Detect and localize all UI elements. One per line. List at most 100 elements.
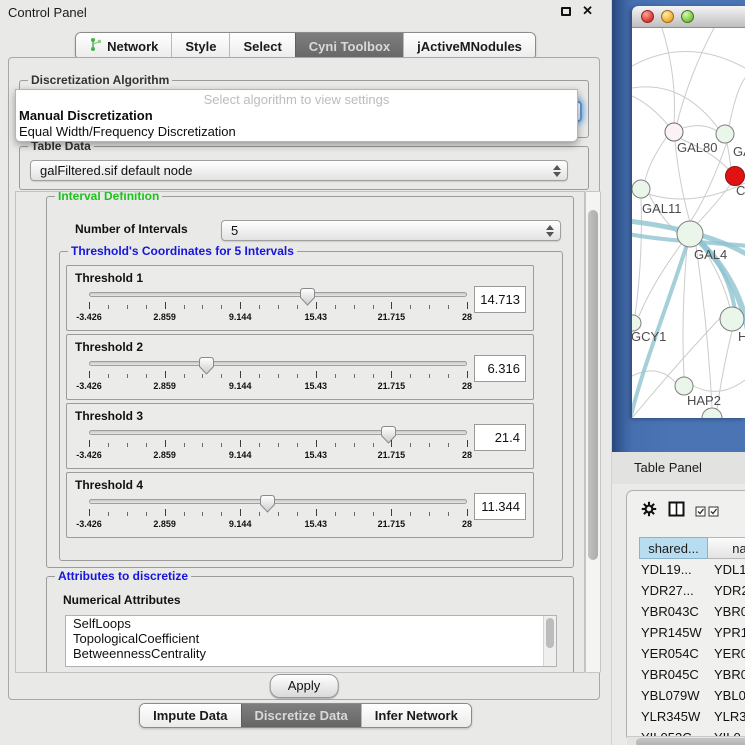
- tick-label: 21.715: [378, 381, 406, 391]
- node-label: GAL80: [677, 140, 717, 155]
- threshold-2-value-field[interactable]: 6.316: [474, 355, 526, 382]
- apply-button[interactable]: Apply: [270, 674, 339, 698]
- group-label-attributes: Attributes to discretize: [55, 569, 191, 583]
- threshold-1-value-field[interactable]: 14.713: [474, 286, 526, 313]
- threshold-1-box: Threshold 1 -3.4262.8599.14415.4321.7152…: [66, 265, 534, 331]
- slider-ticks: [89, 302, 467, 310]
- column-header-shared[interactable]: shared...: [639, 537, 708, 559]
- table-horizontal-scrollbar[interactable]: [627, 736, 745, 745]
- tick-mark: [373, 512, 374, 516]
- slider-track[interactable]: [89, 292, 467, 297]
- table-row[interactable]: YDR27...YDR2: [627, 580, 745, 601]
- threshold-3-slider[interactable]: -3.4262.8599.14415.4321.71528: [89, 426, 467, 464]
- scrollbar-thumb[interactable]: [636, 738, 745, 745]
- table-row[interactable]: YIL052CYIL0: [627, 727, 745, 736]
- tick-label: 9.144: [229, 312, 252, 322]
- network-canvas[interactable]: GAL80 GA C GAL11 GAL4 GCY1 H HAP2: [632, 28, 745, 418]
- split-columns-icon[interactable]: [668, 501, 685, 522]
- node-right-mid[interactable]: [720, 307, 744, 331]
- column-header-name[interactable]: name: [708, 537, 745, 559]
- threshold-2-slider[interactable]: -3.4262.8599.14415.4321.71528: [89, 357, 467, 395]
- tick-mark: [221, 443, 222, 447]
- thresholds-group: Threshold's Coordinates for 5 Intervals …: [59, 251, 563, 561]
- attribute-list-item[interactable]: TopologicalCoefficient: [66, 631, 556, 646]
- close-icon[interactable]: ✕: [582, 3, 593, 19]
- tab-select[interactable]: Select: [229, 33, 294, 59]
- tick-label: 28: [462, 381, 472, 391]
- table-toolbar: [627, 499, 745, 523]
- table-row[interactable]: YBR043CYBR0: [627, 601, 745, 622]
- table-panel-inner: shared... name YDL19...YDL1YDR27...YDR2Y…: [626, 490, 745, 742]
- table-row[interactable]: YPR145WYPR1: [627, 622, 745, 643]
- tick-mark: [429, 512, 430, 516]
- node-partial-top-right[interactable]: [716, 125, 734, 143]
- table-panel-body: shared... name YDL19...YDL1YDR27...YDR2Y…: [612, 484, 745, 745]
- table-row[interactable]: YBR045CYBR0: [627, 664, 745, 685]
- tick-mark: [297, 374, 298, 378]
- tab-discretize-data[interactable]: Discretize Data: [241, 704, 361, 727]
- tick-mark: [108, 305, 109, 309]
- tab-style[interactable]: Style: [171, 33, 229, 59]
- tab-network[interactable]: Network: [76, 33, 171, 59]
- node-gal80[interactable]: [665, 123, 683, 141]
- table-row[interactable]: YER054CYER0: [627, 643, 745, 664]
- float-window-icon[interactable]: [561, 7, 571, 16]
- slider-track[interactable]: [89, 361, 467, 366]
- table-panel-titlebar: Table Panel: [612, 452, 745, 484]
- threshold-1-slider[interactable]: -3.4262.8599.14415.4321.71528: [89, 288, 467, 326]
- checkbox-icon[interactable]: [708, 504, 719, 522]
- tick-mark: [410, 305, 411, 309]
- gear-icon[interactable]: [641, 501, 657, 522]
- tick-mark: [184, 443, 185, 447]
- node-bottom-cut[interactable]: [702, 408, 722, 418]
- table-cell: YBR043C: [641, 601, 714, 622]
- settings-scrollbar[interactable]: [585, 191, 601, 673]
- tick-mark: [202, 512, 203, 516]
- tick-mark: [240, 302, 241, 309]
- slider-track[interactable]: [89, 499, 467, 504]
- tick-mark: [297, 305, 298, 309]
- table-row[interactable]: YDL19...YDL1: [627, 559, 745, 580]
- dropdown-hint-item[interactable]: Select algorithm to view settings: [16, 92, 577, 108]
- threshold-4-slider[interactable]: -3.4262.8599.14415.4321.71528: [89, 495, 467, 533]
- scrollbar-thumb[interactable]: [546, 618, 554, 648]
- tick-label: 28: [462, 312, 472, 322]
- threshold-3-label: Threshold 3: [75, 409, 143, 423]
- dropdown-item-equal-width[interactable]: Equal Width/Frequency Discretization: [16, 124, 577, 140]
- tick-label: -3.426: [76, 450, 102, 460]
- attribute-list-item[interactable]: SelfLoops: [66, 616, 556, 631]
- tab-jactivemnodules[interactable]: jActiveMNodules: [403, 33, 535, 59]
- attribute-list-item[interactable]: BetweennessCentrality: [66, 646, 556, 661]
- cyni-toolbox-content: Discretization Algorithm Select algorith…: [8, 57, 600, 700]
- node-label: GAL4: [694, 247, 727, 262]
- threshold-3-value-field[interactable]: 21.4: [474, 424, 526, 451]
- tick-label: 21.715: [378, 519, 406, 529]
- node-label: C: [736, 183, 745, 198]
- dropdown-item-manual[interactable]: Manual Discretization: [16, 108, 577, 124]
- tick-mark: [108, 374, 109, 378]
- tick-mark: [127, 305, 128, 309]
- node-gal4[interactable]: [677, 221, 703, 247]
- zoom-traffic-light-icon[interactable]: [681, 10, 694, 23]
- tick-mark: [221, 374, 222, 378]
- table-row[interactable]: YLR345WYLR3: [627, 706, 745, 727]
- minimize-traffic-light-icon[interactable]: [661, 10, 674, 23]
- list-scrollbar[interactable]: [543, 616, 556, 666]
- checkbox-icon[interactable]: [695, 504, 706, 522]
- number-of-intervals-combobox[interactable]: 5: [221, 220, 561, 241]
- tick-label: 2.859: [153, 381, 176, 391]
- numerical-attributes-list[interactable]: SelfLoopsTopologicalCoefficientBetweenne…: [65, 615, 557, 667]
- tab-infer-network[interactable]: Infer Network: [361, 704, 471, 727]
- threshold-4-value-field[interactable]: 11.344: [474, 493, 526, 520]
- slider-track[interactable]: [89, 430, 467, 435]
- node-gal11[interactable]: [632, 180, 650, 198]
- table-data-combobox[interactable]: galFiltered.sif default node: [30, 160, 568, 181]
- close-traffic-light-icon[interactable]: [641, 10, 654, 23]
- network-window-titlebar: [632, 6, 745, 28]
- tab-impute-data[interactable]: Impute Data: [140, 704, 240, 727]
- tick-label: 9.144: [229, 519, 252, 529]
- scrollbar-thumb[interactable]: [588, 210, 598, 560]
- tab-cyni-toolbox[interactable]: Cyni Toolbox: [295, 33, 403, 59]
- table-row[interactable]: YBL079WYBL0: [627, 685, 745, 706]
- threshold-4-label: Threshold 4: [75, 478, 143, 492]
